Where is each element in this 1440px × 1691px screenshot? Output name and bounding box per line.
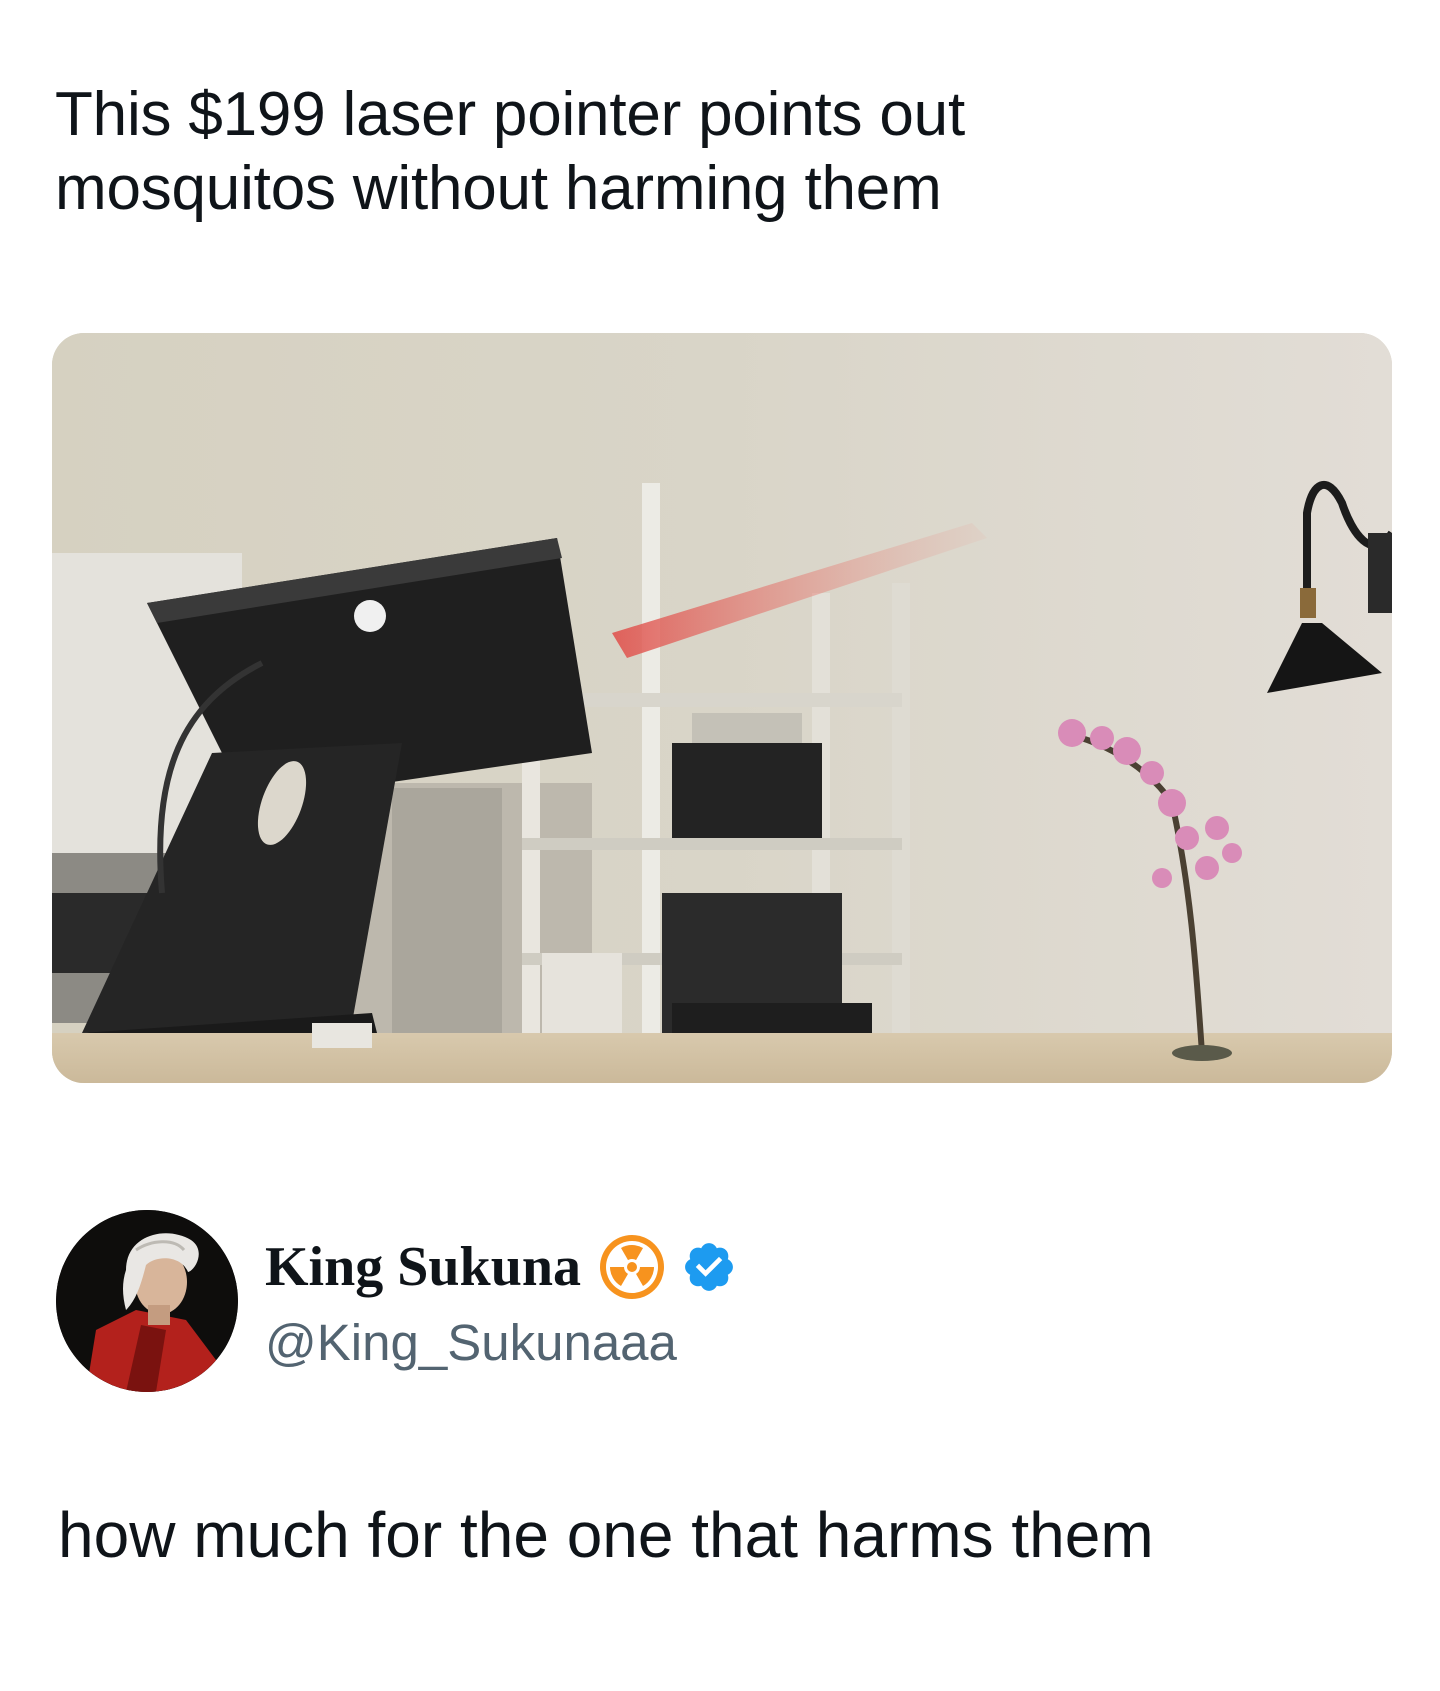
user-handle[interactable]: @King_Sukunaaa: [265, 1313, 677, 1373]
avatar[interactable]: [56, 1210, 238, 1392]
quoted-post-text-line-1: This $199 laser pointer points out: [55, 80, 965, 149]
avatar-image: [56, 1210, 238, 1392]
reply-author[interactable]: King Sukuna @King_Sukunaaa: [56, 1210, 1356, 1392]
verified-check-icon: [685, 1243, 733, 1291]
radioactive-icon: [599, 1235, 664, 1299]
quoted-post-image[interactable]: [52, 333, 1392, 1083]
name-row: King Sukuna: [265, 1232, 737, 1302]
quoted-post-text-line-2: mosquitos without harming them: [55, 154, 942, 223]
reply-text: how much for the one that harms them: [58, 1499, 1154, 1571]
laser-device-photo: [52, 333, 1392, 1083]
display-name[interactable]: King Sukuna: [265, 1234, 581, 1300]
quoted-post-text: This $199 laser pointer points out mosqu…: [55, 78, 1375, 226]
